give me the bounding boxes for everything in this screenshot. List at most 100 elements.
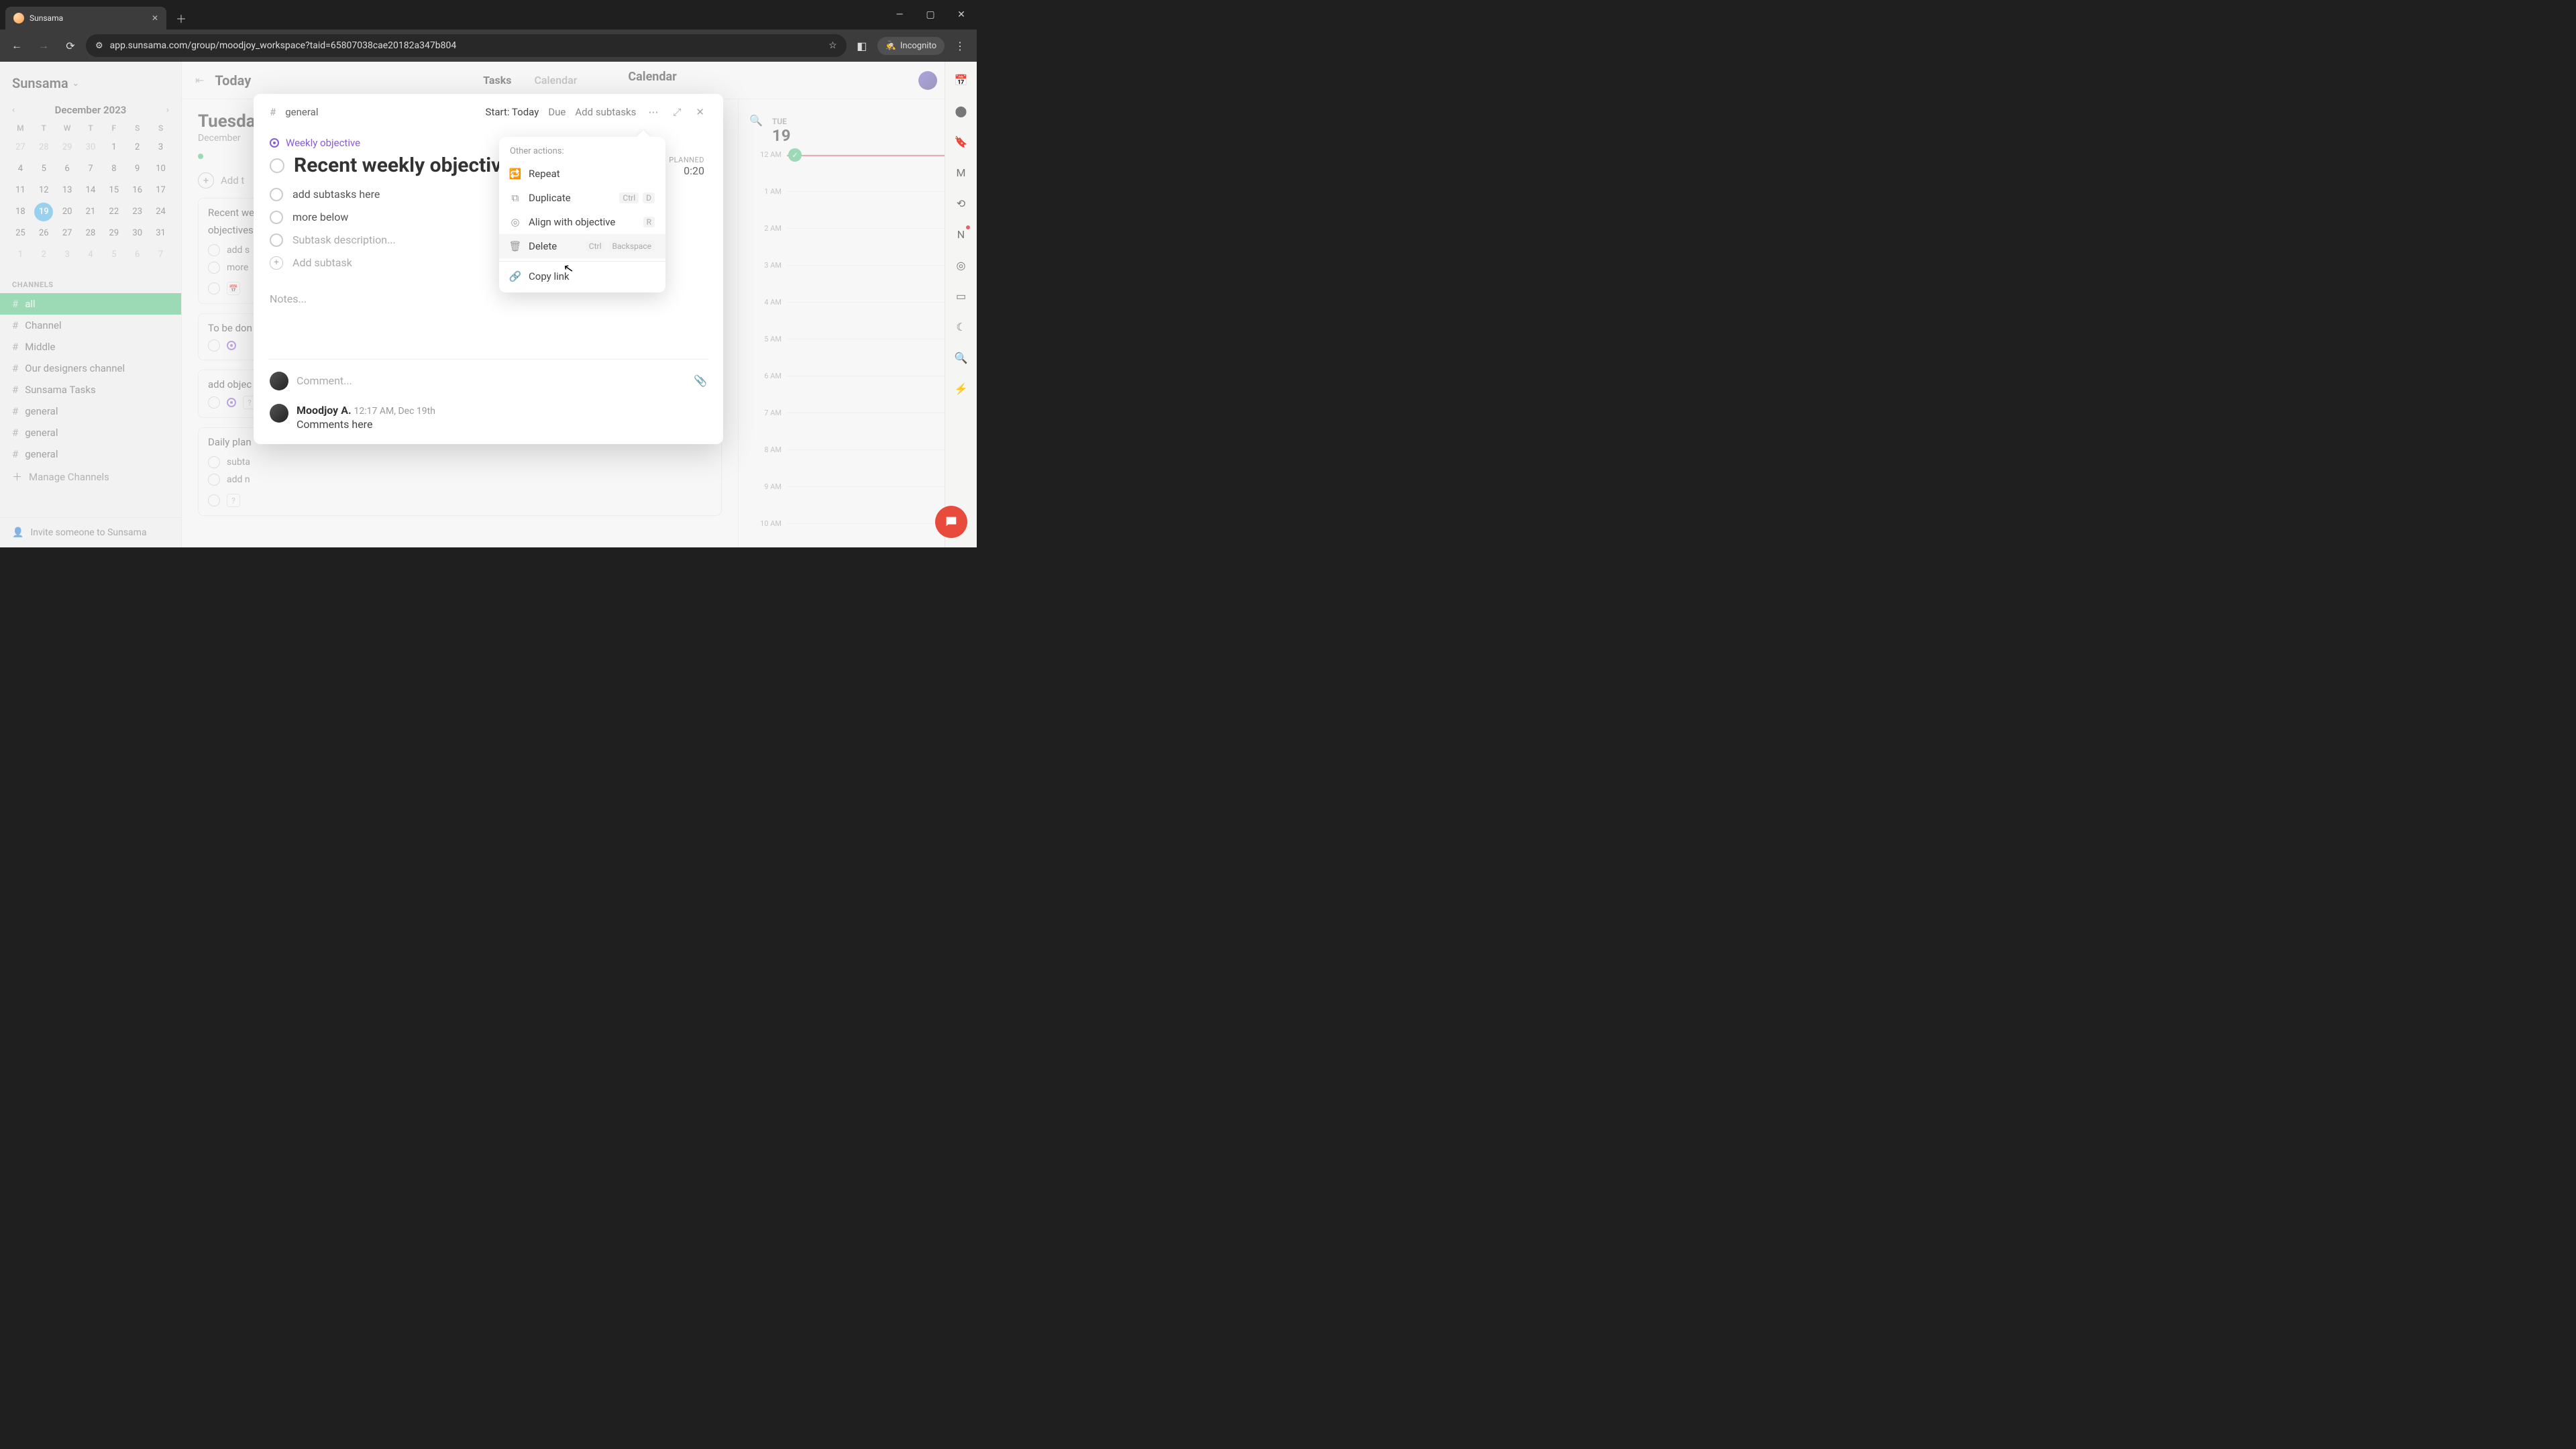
start-date-button[interactable]: Start: Today <box>486 106 539 118</box>
calendar-day[interactable]: 24 <box>152 203 170 221</box>
calendar-day[interactable]: 22 <box>105 203 123 221</box>
asana-icon[interactable]: ⬤ <box>954 103 969 118</box>
search-icon[interactable]: 🔍 <box>954 350 969 365</box>
date-icon[interactable]: 📅 <box>227 282 240 295</box>
invite-button[interactable]: 👤 Invite someone to Sunsama <box>0 517 181 547</box>
calendar-day[interactable]: 3 <box>152 138 170 157</box>
sidebar-item-channel[interactable]: #general <box>0 400 181 422</box>
notes-field[interactable]: Notes... <box>270 292 707 305</box>
incognito-badge[interactable]: 🕵 Incognito <box>877 37 945 55</box>
calendar-day[interactable]: 5 <box>34 160 53 178</box>
calendar-day[interactable]: 10 <box>152 160 170 178</box>
reload-button[interactable]: ⟳ <box>59 34 82 57</box>
calendar-day[interactable]: 25 <box>11 224 30 243</box>
moon-icon[interactable]: ☾ <box>954 319 969 334</box>
dropdown-item-delete[interactable]: 🗑DeleteCtrlBackspace <box>499 234 665 258</box>
calendar-day[interactable]: 30 <box>81 138 100 157</box>
calendar-day[interactable]: 29 <box>58 138 76 157</box>
hour-row[interactable]: 7 AM <box>749 413 977 449</box>
dropdown-item-repeat[interactable]: 🔁Repeat <box>499 162 665 186</box>
calendar-day[interactable]: 19 <box>34 203 53 221</box>
task-channel[interactable]: general <box>285 106 318 118</box>
bookmark-icon[interactable]: 🔖 <box>954 134 969 149</box>
subtask-checkbox[interactable] <box>270 188 283 201</box>
calendar-day[interactable]: 12 <box>34 181 53 200</box>
refresh-icon[interactable]: ⟲ <box>954 196 969 211</box>
calendar-day[interactable]: 5 <box>105 246 123 264</box>
calendar-day[interactable]: 4 <box>81 246 100 264</box>
calendar-day[interactable]: 1 <box>11 246 30 264</box>
due-date-button[interactable]: Due <box>548 106 566 118</box>
minimize-button[interactable]: ― <box>884 0 915 30</box>
calendar-day[interactable]: 3 <box>58 246 76 264</box>
gcal-icon[interactable]: 📅 <box>954 72 969 87</box>
calendar-day[interactable]: 18 <box>11 203 30 221</box>
complete-checkbox[interactable] <box>208 396 220 409</box>
tab-tasks[interactable]: Tasks <box>483 74 511 87</box>
sidebar-item-channel[interactable]: #general <box>0 422 181 443</box>
target-icon[interactable]: ◎ <box>954 258 969 272</box>
collapse-sidebar-button[interactable]: ⇤ <box>195 74 204 87</box>
sidebar-item-channel[interactable]: #Middle <box>0 336 181 358</box>
complete-checkbox[interactable] <box>208 494 220 506</box>
calendar-day[interactable]: 2 <box>128 138 147 157</box>
calendar-day[interactable]: 20 <box>58 203 76 221</box>
calendar-day[interactable]: 28 <box>34 138 53 157</box>
calendar-day[interactable]: 16 <box>128 181 147 200</box>
new-tab-button[interactable]: ＋ <box>172 9 191 28</box>
calendar-day[interactable]: 11 <box>11 181 30 200</box>
back-button[interactable]: ← <box>5 34 28 57</box>
sidebar-item-channel[interactable]: #all <box>0 293 181 315</box>
calendar-day[interactable]: 9 <box>128 160 147 178</box>
manage-channels-button[interactable]: ＋ Manage Channels <box>0 465 181 488</box>
workspace-switcher[interactable]: Sunsama ⌄ <box>0 71 181 102</box>
maximize-button[interactable]: ▢ <box>915 0 946 30</box>
task-complete-checkbox[interactable] <box>270 158 284 173</box>
calendar-day[interactable]: 26 <box>34 224 53 243</box>
subtask-checkbox[interactable] <box>208 262 220 274</box>
calendar-day[interactable]: 13 <box>58 181 76 200</box>
hour-row[interactable]: 4 AM <box>749 302 977 339</box>
calendar-day[interactable]: 15 <box>105 181 123 200</box>
subtask-row[interactable]: subta <box>208 453 712 471</box>
hour-row[interactable]: 6 AM <box>749 376 977 413</box>
subtask-checkbox[interactable] <box>270 233 283 247</box>
dropdown-item-copy-link[interactable]: 🔗 Copy link <box>499 264 665 288</box>
calendar-day[interactable]: 28 <box>81 224 100 243</box>
bookmark-icon[interactable]: ☆ <box>828 40 837 51</box>
next-month-button[interactable]: › <box>164 102 172 118</box>
tab-calendar[interactable]: Calendar <box>534 74 577 87</box>
calendar-day[interactable]: 6 <box>128 246 147 264</box>
calendar-day[interactable]: 31 <box>152 224 170 243</box>
add-subtasks-button[interactable]: Add subtasks <box>575 106 636 118</box>
close-modal-button[interactable]: ✕ <box>693 106 707 118</box>
subtask-row[interactable]: add n <box>208 471 712 488</box>
calendar-search-icon[interactable]: 🔍 <box>749 114 763 127</box>
dropdown-item-duplicate[interactable]: ⧉DuplicateCtrlD <box>499 186 665 210</box>
user-avatar[interactable] <box>918 71 937 90</box>
calendar-day[interactable]: 27 <box>11 138 30 157</box>
subtask-checkbox[interactable] <box>208 244 220 256</box>
hour-row[interactable]: 8 AM <box>749 449 977 486</box>
calendar-day[interactable]: 14 <box>81 181 100 200</box>
calendar-day[interactable]: 8 <box>105 160 123 178</box>
calendar-day[interactable]: 1 <box>105 138 123 157</box>
comment-input[interactable]: Comment... <box>297 374 686 387</box>
more-actions-button[interactable]: ⋯ <box>645 106 661 118</box>
dropdown-item-align-with-objective[interactable]: ◎Align with objectiveR <box>499 210 665 234</box>
calendar-day[interactable]: 4 <box>11 160 30 178</box>
subtask-checkbox[interactable] <box>208 474 220 486</box>
calendar-day[interactable]: 2 <box>34 246 53 264</box>
subtask-checkbox[interactable] <box>208 456 220 468</box>
site-info-icon[interactable]: ⚙ <box>95 41 103 51</box>
sidebar-item-channel[interactable]: #Our designers channel <box>0 358 181 379</box>
sidebar-item-channel[interactable]: #Channel <box>0 315 181 336</box>
hour-row[interactable]: 12 AM✓ <box>749 154 977 191</box>
gmail-icon[interactable]: M <box>954 165 969 180</box>
menu-button[interactable]: ⋮ <box>949 34 971 57</box>
complete-checkbox[interactable] <box>208 339 220 352</box>
calendar-day[interactable]: 27 <box>58 224 76 243</box>
close-window-button[interactable]: ✕ <box>946 0 977 30</box>
close-tab-icon[interactable]: ✕ <box>152 13 158 23</box>
lightning-icon[interactable]: ⚡ <box>954 381 969 396</box>
